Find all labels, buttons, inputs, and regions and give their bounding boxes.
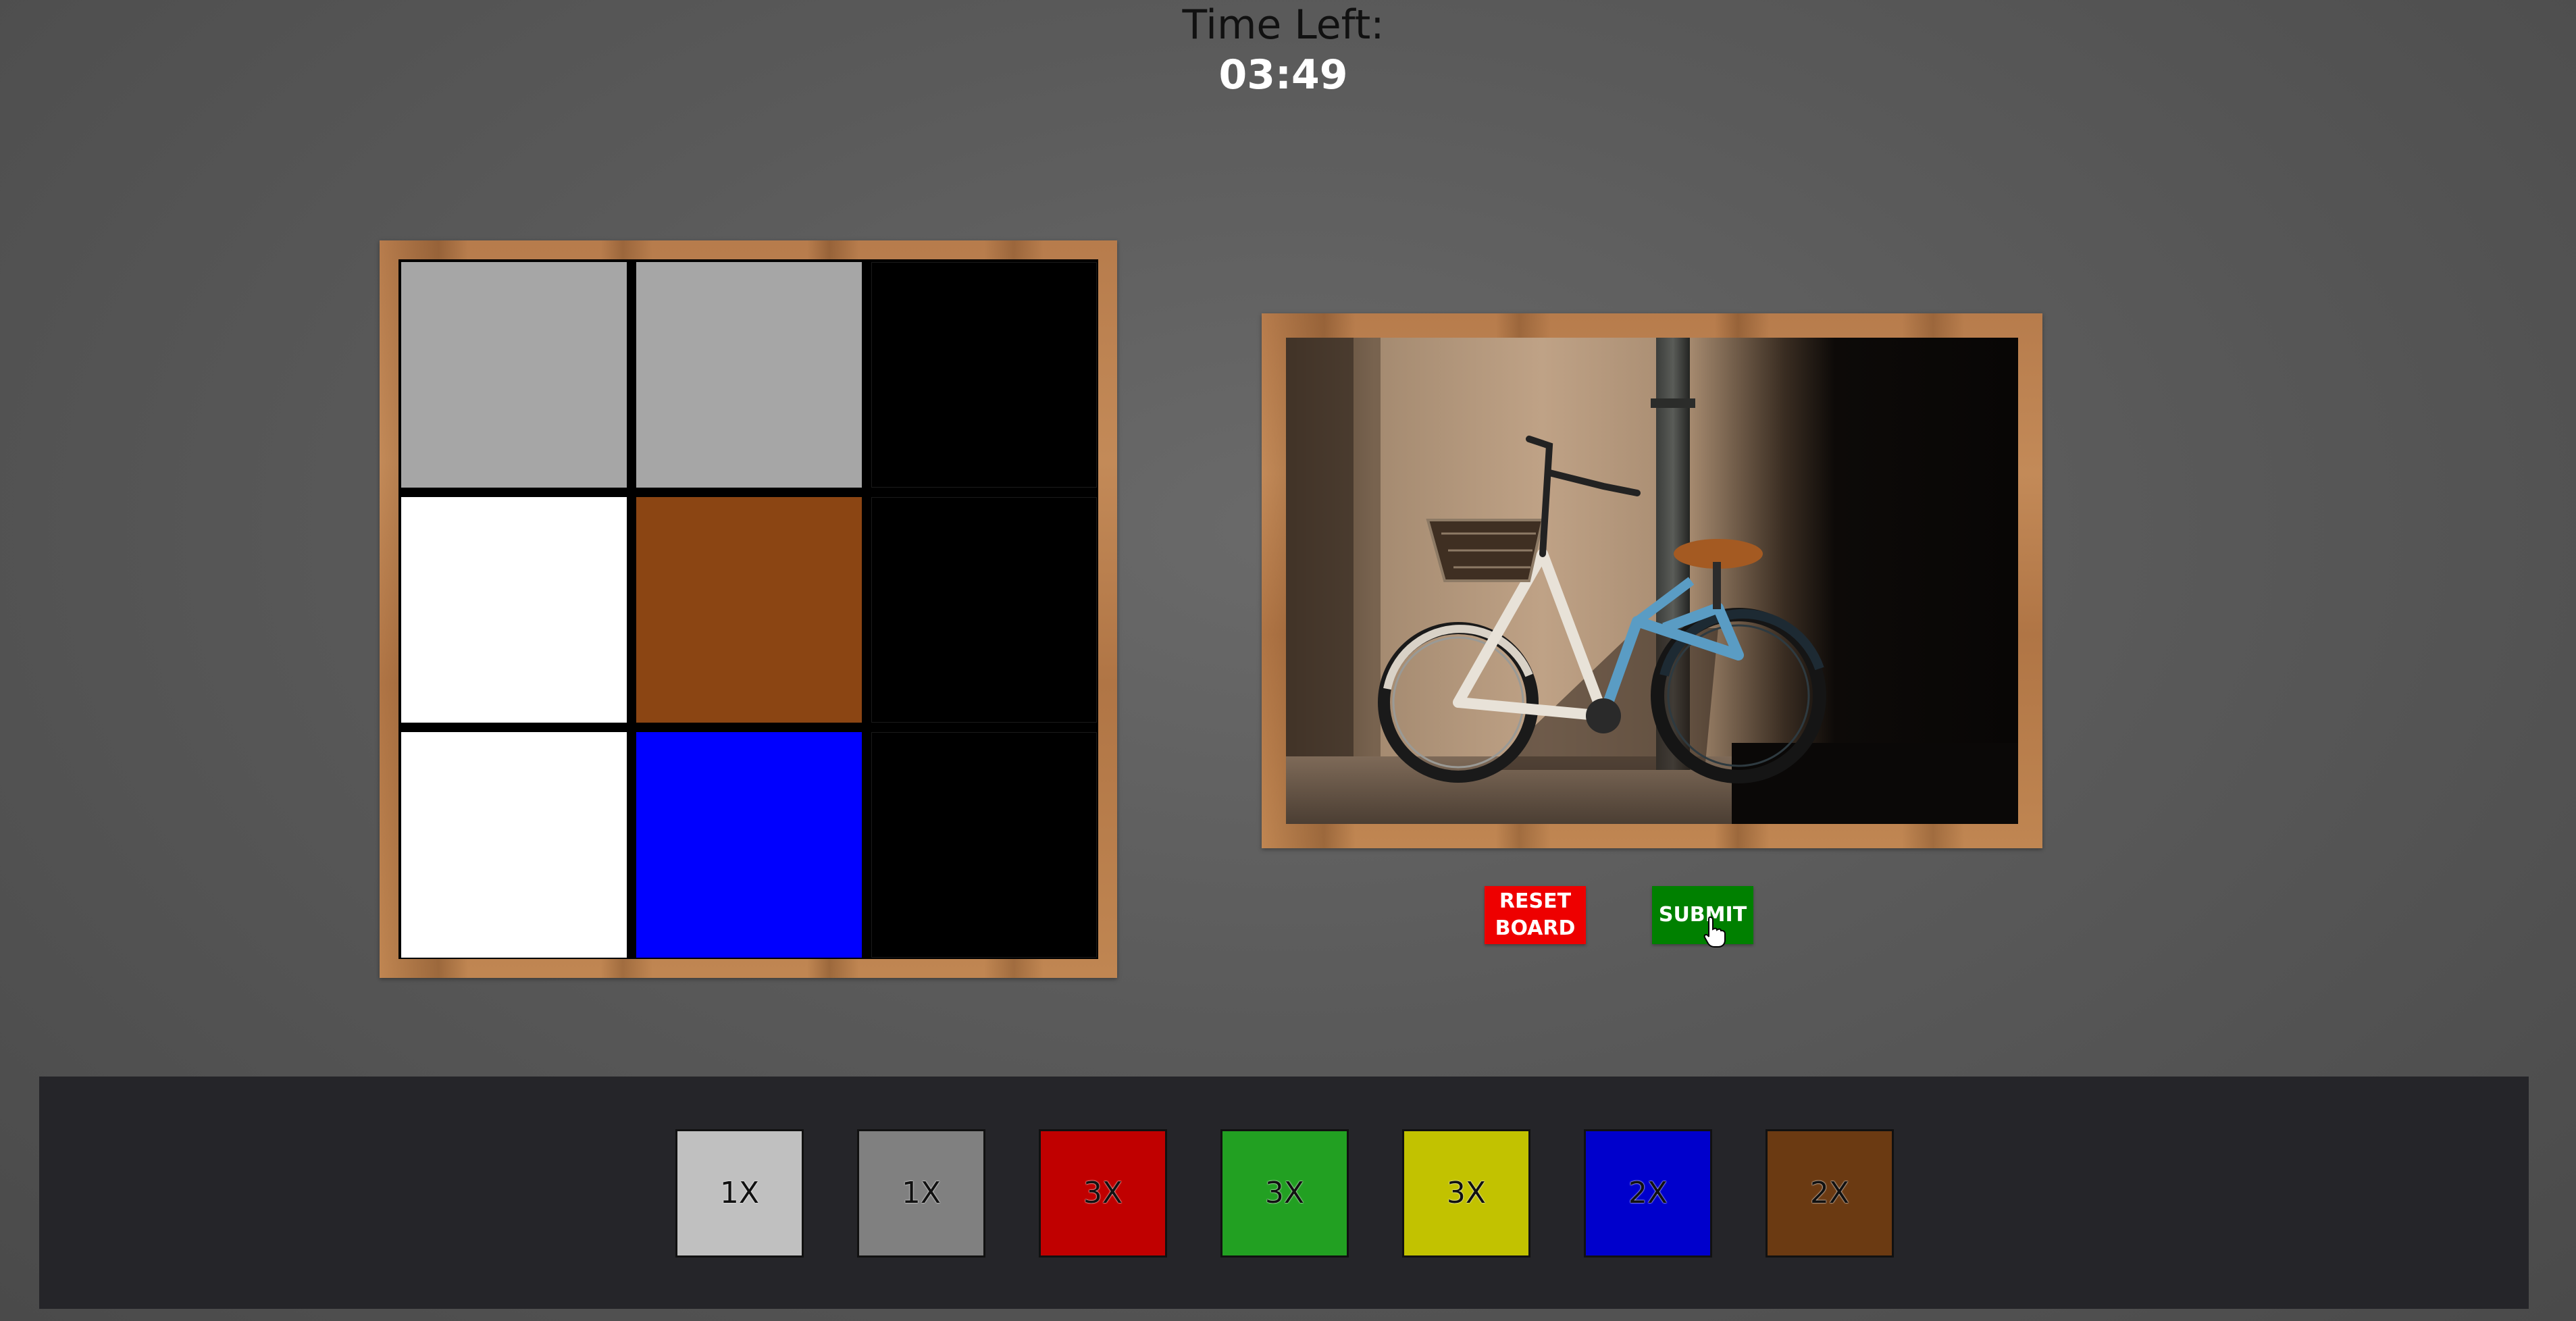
board-cell-r3c2[interactable]: [636, 732, 862, 958]
palette-multiplier-label: 1X: [719, 1176, 760, 1210]
puzzle-board-grid: [398, 259, 1098, 959]
palette-gray-1x[interactable]: 1X: [857, 1129, 985, 1258]
reset-board-button[interactable]: RESET BOARD: [1485, 886, 1586, 944]
palette-yellow-3x[interactable]: 3X: [1402, 1129, 1530, 1258]
hand-pointer-cursor-icon: [1703, 916, 1726, 948]
board-cell-r2c2[interactable]: [636, 497, 862, 723]
submit-button[interactable]: SUBMIT: [1652, 886, 1753, 944]
palette-multiplier-label: 2X: [1809, 1176, 1850, 1210]
time-left-label: Time Left:: [1182, 1, 1385, 49]
reference-picture-frame: [1262, 313, 2042, 848]
board-cell-r1c1[interactable]: [401, 262, 627, 488]
palette-multiplier-label: 2X: [1628, 1176, 1668, 1210]
board-cell-r1c3[interactable]: [871, 262, 1097, 488]
bicycle-photo: [1286, 338, 2018, 824]
palette-blue-2x[interactable]: 2X: [1584, 1129, 1712, 1258]
board-cell-r3c1[interactable]: [401, 732, 627, 958]
board-cell-r1c2[interactable]: [636, 262, 862, 488]
puzzle-board-frame: [380, 240, 1117, 978]
bicycle-photo-image: [1286, 338, 2018, 824]
palette-multiplier-label: 3X: [1446, 1176, 1487, 1210]
palette-multiplier-label: 1X: [901, 1176, 942, 1210]
board-cell-r2c1[interactable]: [401, 497, 627, 723]
board-cell-r2c3[interactable]: [871, 497, 1097, 723]
palette-green-3x[interactable]: 3X: [1220, 1129, 1349, 1258]
board-cell-r3c3[interactable]: [871, 732, 1097, 958]
palette-multiplier-label: 3X: [1264, 1176, 1305, 1210]
palette-red-3x[interactable]: 3X: [1039, 1129, 1167, 1258]
palette-multiplier-label: 3X: [1083, 1176, 1123, 1210]
palette-brown-2x[interactable]: 2X: [1766, 1129, 1894, 1258]
time-left-value: 03:49: [1218, 51, 1348, 99]
color-palette-tray: 1X 1X 3X 3X 3X 2X 2X: [39, 1077, 2529, 1309]
palette-light-gray-1x[interactable]: 1X: [675, 1129, 804, 1258]
